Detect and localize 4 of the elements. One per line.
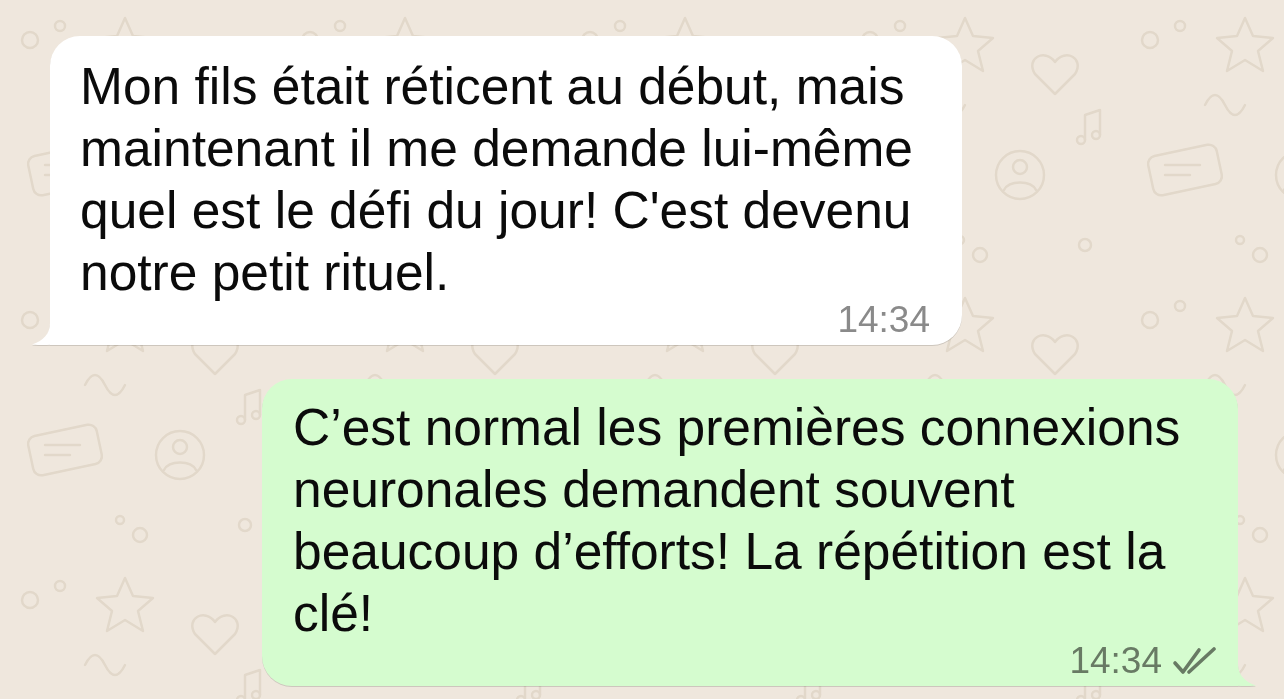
message-text: Mon fils était réticent au début, mais maintenant il me demande lui-même quel est le défi du jour! C'est devenu notre petit rituel.	[80, 56, 914, 303]
message-time: 14:34	[1069, 646, 1162, 676]
message-time: 14:34	[837, 305, 930, 335]
message-text: C’est normal les premières connexions neuronales demandent souvent beaucoup d’efforts! La répétition est la clé!	[293, 397, 1182, 644]
